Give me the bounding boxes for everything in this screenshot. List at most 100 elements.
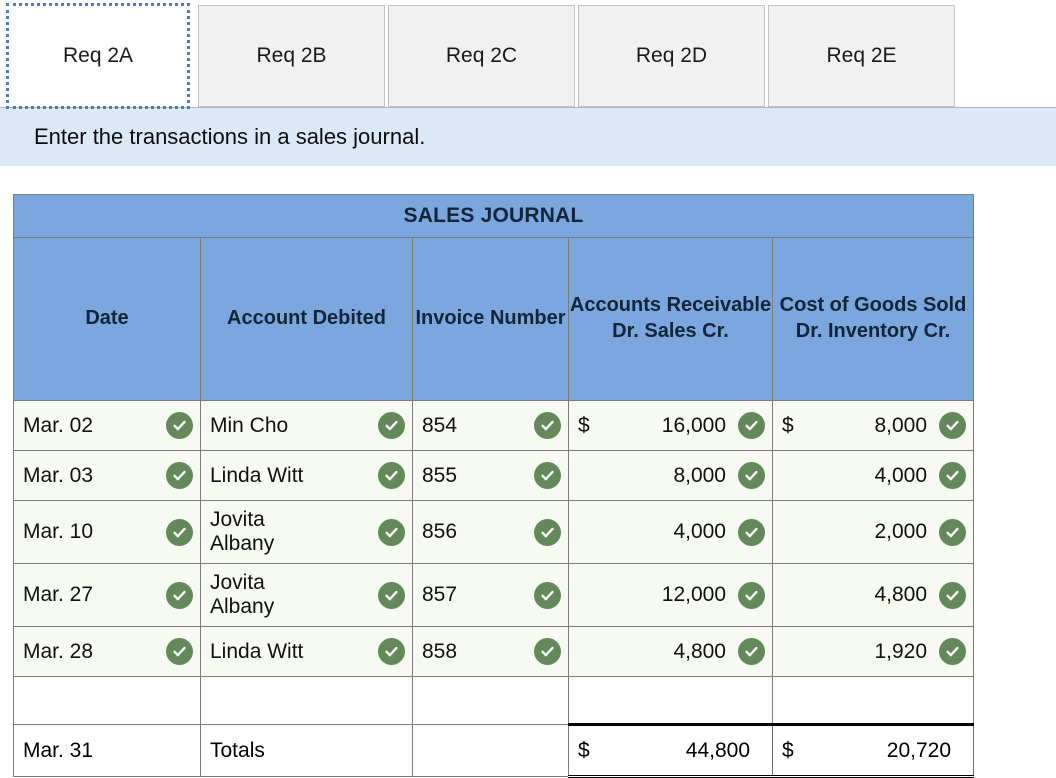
cell-account[interactable]: Jovita Albany (200, 563, 413, 627)
cell-date-value: Mar. 28 (23, 639, 94, 663)
currency-symbol: $ (578, 738, 590, 762)
cell-invoice-value: 856 (422, 520, 458, 543)
cell-account-value: Jovita Albany (210, 571, 275, 618)
cell-accounts-receivable[interactable]: $ 16,000 (568, 400, 773, 451)
check-circle-icon (378, 581, 405, 609)
cell-date-value: Mar. 10 (23, 520, 94, 543)
cell-account[interactable]: Min Cho (200, 400, 413, 451)
cell-totals-label-value: Totals (210, 738, 265, 762)
column-header-date: Date (13, 237, 201, 401)
check-circle-icon (534, 581, 561, 609)
cell-totals-date-value: Mar. 31 (23, 738, 94, 762)
tab-strip-baseline (0, 107, 1056, 108)
tab-req-2c[interactable]: Req 2C (388, 5, 575, 107)
cell-date[interactable]: Mar. 03 (13, 450, 201, 501)
cell-cogs-value: 4,800 (874, 583, 928, 606)
cell-ar-value: 4,800 (673, 639, 726, 663)
cell-ar-value: 12,000 (661, 583, 726, 606)
cell-date[interactable]: Mar. 02 (13, 400, 201, 451)
cell-date-value: Mar. 03 (23, 463, 94, 487)
cell-ar-value: 4,000 (673, 520, 726, 543)
cell-invoice[interactable]: 857 (412, 563, 569, 627)
cell-account[interactable]: Linda Witt (200, 450, 413, 501)
cell-accounts-receivable[interactable]: 4,000 (568, 500, 773, 564)
sales-journal-table-container: SALES JOURNAL Date Account Debited Invoi… (12, 194, 975, 778)
journal-title: SALES JOURNAL (12, 194, 975, 238)
cell-totals-ar[interactable]: $ 44,800 (568, 723, 773, 778)
cell-cost-of-goods-sold[interactable]: $ 8,000 (771, 400, 975, 451)
cell-date[interactable]: Mar. 28 (13, 626, 201, 677)
cell-invoice[interactable]: 856 (412, 500, 569, 564)
tab-list: Req 2A Req 2B Req 2C Req 2D Req 2E (0, 0, 958, 109)
tab-label: Req 2E (826, 44, 897, 67)
cell-totals-invoice[interactable] (412, 724, 569, 777)
cell-cogs-value: 1,920 (874, 639, 928, 663)
cell-invoice-value: 854 (422, 413, 458, 437)
tab-req-2d[interactable]: Req 2D (578, 5, 765, 107)
instruction-text: Enter the transactions in a sales journa… (34, 124, 426, 149)
cell-cost-of-goods-sold[interactable]: 4,800 (771, 563, 975, 627)
cell-cost-of-goods-sold[interactable]: 2,000 (771, 500, 975, 564)
cell-blank-account[interactable] (200, 676, 413, 725)
cell-accounts-receivable[interactable]: 12,000 (568, 563, 773, 627)
table-row: Mar. 27 Jovita Albany 857 12,000 4,800 (13, 563, 975, 627)
check-circle-icon (166, 518, 193, 546)
check-circle-icon (166, 462, 193, 489)
check-circle-icon (534, 518, 561, 546)
cell-totals-date[interactable]: Mar. 31 (13, 724, 201, 777)
instruction-bar: Enter the transactions in a sales journa… (0, 108, 1056, 166)
blank-row (13, 676, 975, 725)
cell-totals-cogs[interactable]: $ 20,720 (771, 723, 975, 778)
cell-blank-ar[interactable] (568, 676, 773, 725)
cell-ar-value: 8,000 (673, 463, 726, 487)
cell-account-value: Linda Witt (210, 639, 304, 663)
cell-account[interactable]: Linda Witt (200, 626, 413, 677)
cell-invoice-value: 855 (422, 463, 458, 487)
tab-strip: Req 2A Req 2B Req 2C Req 2D Req 2E (0, 0, 1056, 109)
cell-totals-label[interactable]: Totals (200, 724, 413, 777)
totals-row: Mar. 31 Totals $ 44,800 $ 20,720 (13, 723, 975, 778)
cell-account[interactable]: Jovita Albany (200, 500, 413, 564)
cell-blank-invoice[interactable] (412, 676, 569, 725)
check-circle-icon (534, 412, 561, 439)
currency-symbol: $ (782, 413, 794, 437)
journal-header-row: Date Account Debited Invoice Number Acco… (13, 237, 975, 401)
cell-invoice-value: 858 (422, 639, 458, 663)
cell-ar-value: 16,000 (661, 413, 726, 437)
currency-symbol: $ (578, 413, 590, 437)
cell-invoice[interactable]: 855 (412, 450, 569, 501)
cell-account-value: Min Cho (210, 413, 289, 437)
check-circle-icon (939, 462, 967, 489)
cell-date-value: Mar. 02 (23, 413, 94, 437)
check-circle-icon (166, 581, 193, 609)
check-circle-icon (534, 462, 561, 489)
cell-accounts-receivable[interactable]: 4,800 (568, 626, 773, 677)
cell-invoice[interactable]: 858 (412, 626, 569, 677)
cell-account-value: Jovita Albany (210, 508, 275, 555)
cell-invoice[interactable]: 854 (412, 400, 569, 451)
cell-accounts-receivable[interactable]: 8,000 (568, 450, 773, 501)
check-circle-icon (166, 412, 193, 439)
cell-cost-of-goods-sold[interactable]: 4,000 (771, 450, 975, 501)
check-circle-icon (738, 581, 765, 609)
check-circle-icon (378, 462, 405, 489)
cell-date[interactable]: Mar. 10 (13, 500, 201, 564)
cell-date[interactable]: Mar. 27 (13, 563, 201, 627)
cell-blank-date[interactable] (13, 676, 201, 725)
cell-cogs-value: 4,000 (874, 463, 928, 487)
tab-req-2e[interactable]: Req 2E (768, 5, 955, 107)
check-circle-icon (378, 412, 405, 439)
currency-symbol: $ (782, 738, 794, 762)
cell-blank-cogs[interactable] (771, 676, 975, 725)
cell-cost-of-goods-sold[interactable]: 1,920 (771, 626, 975, 677)
sales-journal-table: SALES JOURNAL Date Account Debited Invoi… (12, 194, 975, 778)
tab-req-2a[interactable]: Req 2A (6, 3, 190, 109)
column-header-accounts-receivable: Accounts Receivable Dr. Sales Cr. (568, 237, 773, 401)
check-circle-icon (738, 638, 765, 665)
tab-req-2b[interactable]: Req 2B (198, 5, 385, 107)
column-header-account-debited: Account Debited (200, 237, 413, 401)
column-header-invoice-number: Invoice Number (412, 237, 569, 401)
table-row: Mar. 03 Linda Witt 855 8,000 4,000 (13, 450, 975, 501)
check-circle-icon (738, 412, 765, 439)
tab-label: Req 2A (62, 44, 134, 67)
